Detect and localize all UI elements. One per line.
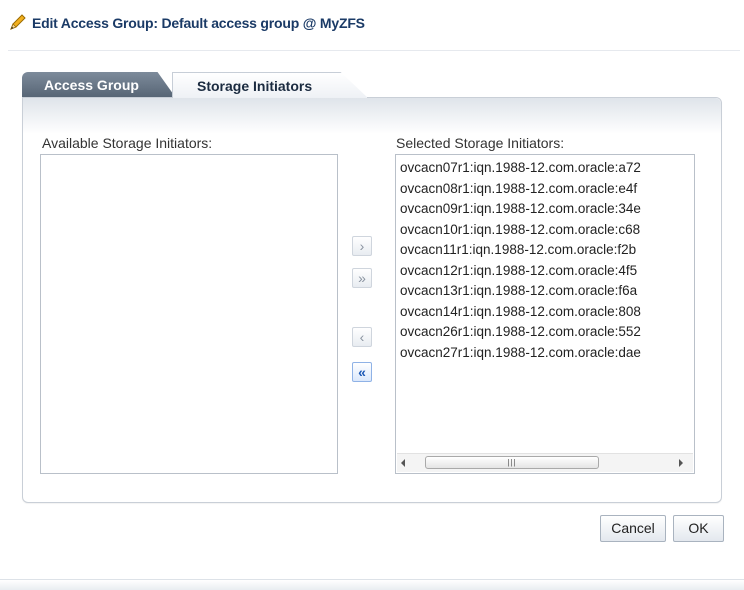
list-item[interactable]: ovcacn14r1:iqn.1988-12.com.oracle:808 <box>400 302 694 323</box>
title-row: Edit Access Group: Default access group … <box>8 12 365 34</box>
tab-storage-initiators[interactable]: Storage Initiators <box>172 72 368 98</box>
list-item[interactable]: ovcacn10r1:iqn.1988-12.com.oracle:c68 <box>400 220 694 241</box>
remove-selected-button[interactable]: ‹ <box>352 327 372 347</box>
list-item[interactable]: ovcacn26r1:iqn.1988-12.com.oracle:552 <box>400 322 694 343</box>
list-item[interactable]: ovcacn27r1:iqn.1988-12.com.oracle:dae <box>400 343 694 364</box>
available-initiators-label: Available Storage Initiators: <box>42 135 213 151</box>
horizontal-scrollbar[interactable]: ||| <box>397 453 693 472</box>
available-initiators-list[interactable] <box>40 154 338 474</box>
list-item[interactable]: ovcacn13r1:iqn.1988-12.com.oracle:f6a <box>400 281 694 302</box>
dialog-title: Edit Access Group: Default access group … <box>32 15 365 31</box>
selected-initiators-label: Selected Storage Initiators: <box>396 135 565 151</box>
tab-access-group[interactable]: Access Group <box>22 72 176 98</box>
move-selected-button[interactable]: › <box>352 236 372 256</box>
list-item[interactable]: ovcacn07r1:iqn.1988-12.com.oracle:a72 <box>400 158 694 179</box>
list-item[interactable]: ovcacn09r1:iqn.1988-12.com.oracle:34e <box>400 199 694 220</box>
selected-initiators-list[interactable]: ovcacn07r1:iqn.1988-12.com.oracle:a72 ovc… <box>395 154 695 474</box>
remove-all-button[interactable]: « <box>352 362 372 382</box>
dialog-footer <box>0 579 744 590</box>
ok-button[interactable]: OK <box>673 515 724 542</box>
pencil-icon <box>10 14 26 30</box>
cancel-button[interactable]: Cancel <box>600 515 666 542</box>
list-item[interactable]: ovcacn12r1:iqn.1988-12.com.oracle:4f5 <box>400 261 694 282</box>
title-divider <box>8 50 740 51</box>
scroll-left-icon[interactable] <box>401 459 405 467</box>
scroll-right-icon[interactable] <box>679 459 683 467</box>
scrollbar-thumb[interactable]: ||| <box>425 456 599 469</box>
list-item[interactable]: ovcacn08r1:iqn.1988-12.com.oracle:e4f <box>400 179 694 200</box>
move-all-button[interactable]: » <box>352 268 372 288</box>
list-item[interactable]: ovcacn11r1:iqn.1988-12.com.oracle:f2b <box>400 240 694 261</box>
